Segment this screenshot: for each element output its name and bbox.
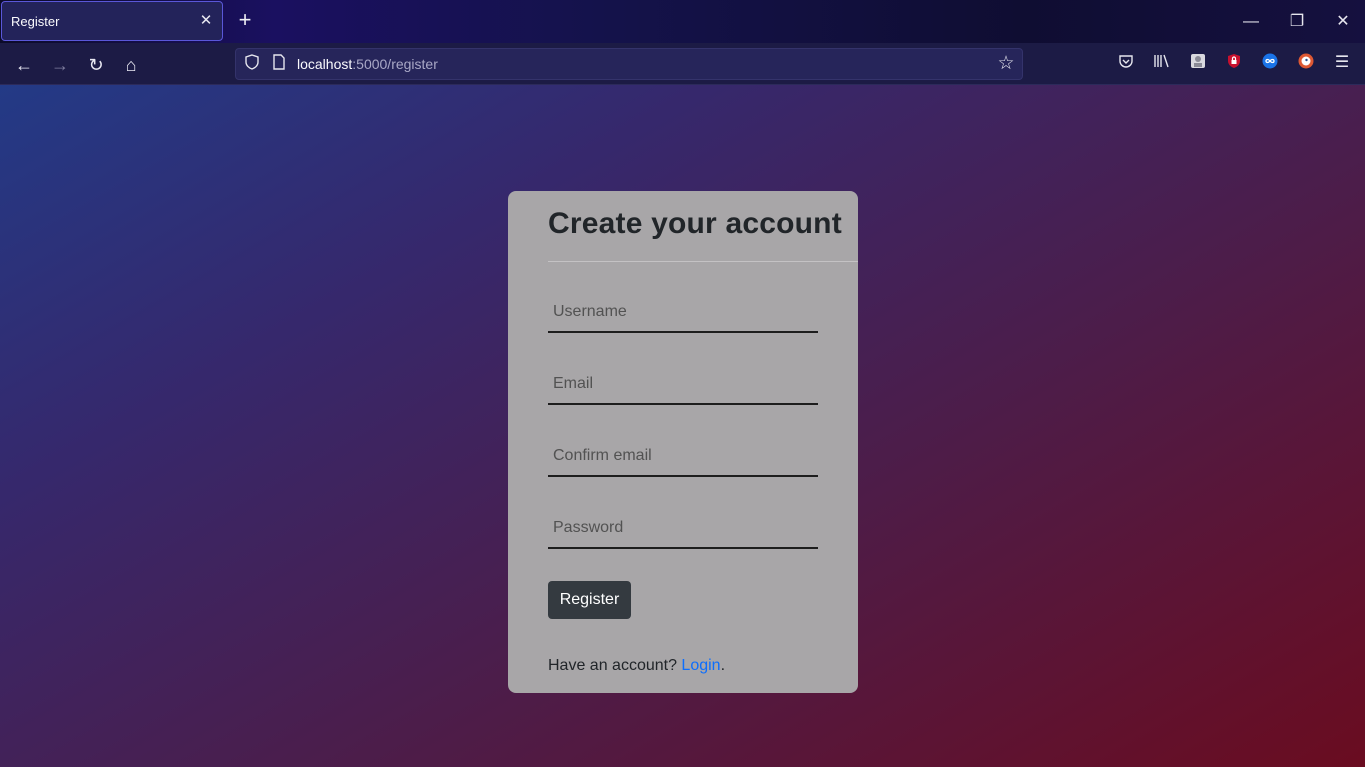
register-card: Create your account Username Email Confi… [508, 191, 858, 693]
ublock-icon[interactable] [1224, 53, 1244, 73]
url-path: :5000/register [352, 56, 438, 72]
confirm-email-placeholder: Confirm email [553, 447, 652, 464]
page-title: Create your account [548, 207, 842, 240]
url-bar[interactable]: localhost:5000/register ☆ [235, 48, 1023, 80]
home-icon[interactable]: ⌂ [118, 52, 144, 78]
tab-close-icon[interactable]: ✕ [198, 13, 214, 29]
new-tab-button[interactable]: + [234, 9, 256, 32]
login-prompt-suffix: . [720, 657, 726, 674]
library-icon[interactable] [1152, 53, 1172, 73]
close-window-icon[interactable]: ✕ [1330, 9, 1356, 35]
tab-bar: Register ✕ + — ❐ ✕ [0, 0, 1365, 43]
title-divider [548, 261, 858, 262]
page-viewport: Create your account Username Email Confi… [0, 85, 1365, 767]
tab-title: Register [11, 13, 60, 29]
duckduckgo-icon[interactable] [1296, 53, 1316, 73]
url-text[interactable]: localhost:5000/register [297, 56, 438, 72]
back-icon[interactable]: ← [11, 52, 37, 78]
login-prompt-text: Have an account? [548, 657, 682, 674]
navigation-toolbar: ← → ↻ ⌂ localhost:5000/register ☆ ☰ [0, 43, 1365, 85]
tab-register[interactable]: Register ✕ [1, 1, 223, 41]
username-field[interactable]: Username [548, 295, 818, 333]
confirm-email-field[interactable]: Confirm email [548, 439, 818, 477]
bookmark-star-icon[interactable]: ☆ [996, 54, 1016, 74]
password-field[interactable]: Password [548, 511, 818, 549]
shield-icon[interactable] [242, 54, 262, 74]
email-field[interactable]: Email [548, 367, 818, 405]
login-link[interactable]: Login [681, 657, 720, 674]
forward-icon[interactable]: → [47, 52, 73, 78]
page-info-icon[interactable] [269, 54, 289, 74]
password-placeholder: Password [553, 519, 624, 536]
register-button[interactable]: Register [548, 581, 631, 619]
reload-icon[interactable]: ↻ [83, 52, 109, 78]
username-placeholder: Username [553, 303, 627, 320]
restore-icon[interactable]: ❐ [1284, 9, 1310, 35]
email-placeholder: Email [553, 375, 594, 392]
menu-icon[interactable]: ☰ [1332, 53, 1352, 73]
extension-icon[interactable] [1188, 53, 1208, 73]
url-host: localhost [297, 56, 353, 72]
extension-infinity-icon[interactable] [1260, 53, 1280, 73]
login-prompt: Have an account? Login. [548, 657, 725, 675]
minimize-icon[interactable]: — [1238, 9, 1264, 35]
pocket-icon[interactable] [1116, 53, 1136, 73]
